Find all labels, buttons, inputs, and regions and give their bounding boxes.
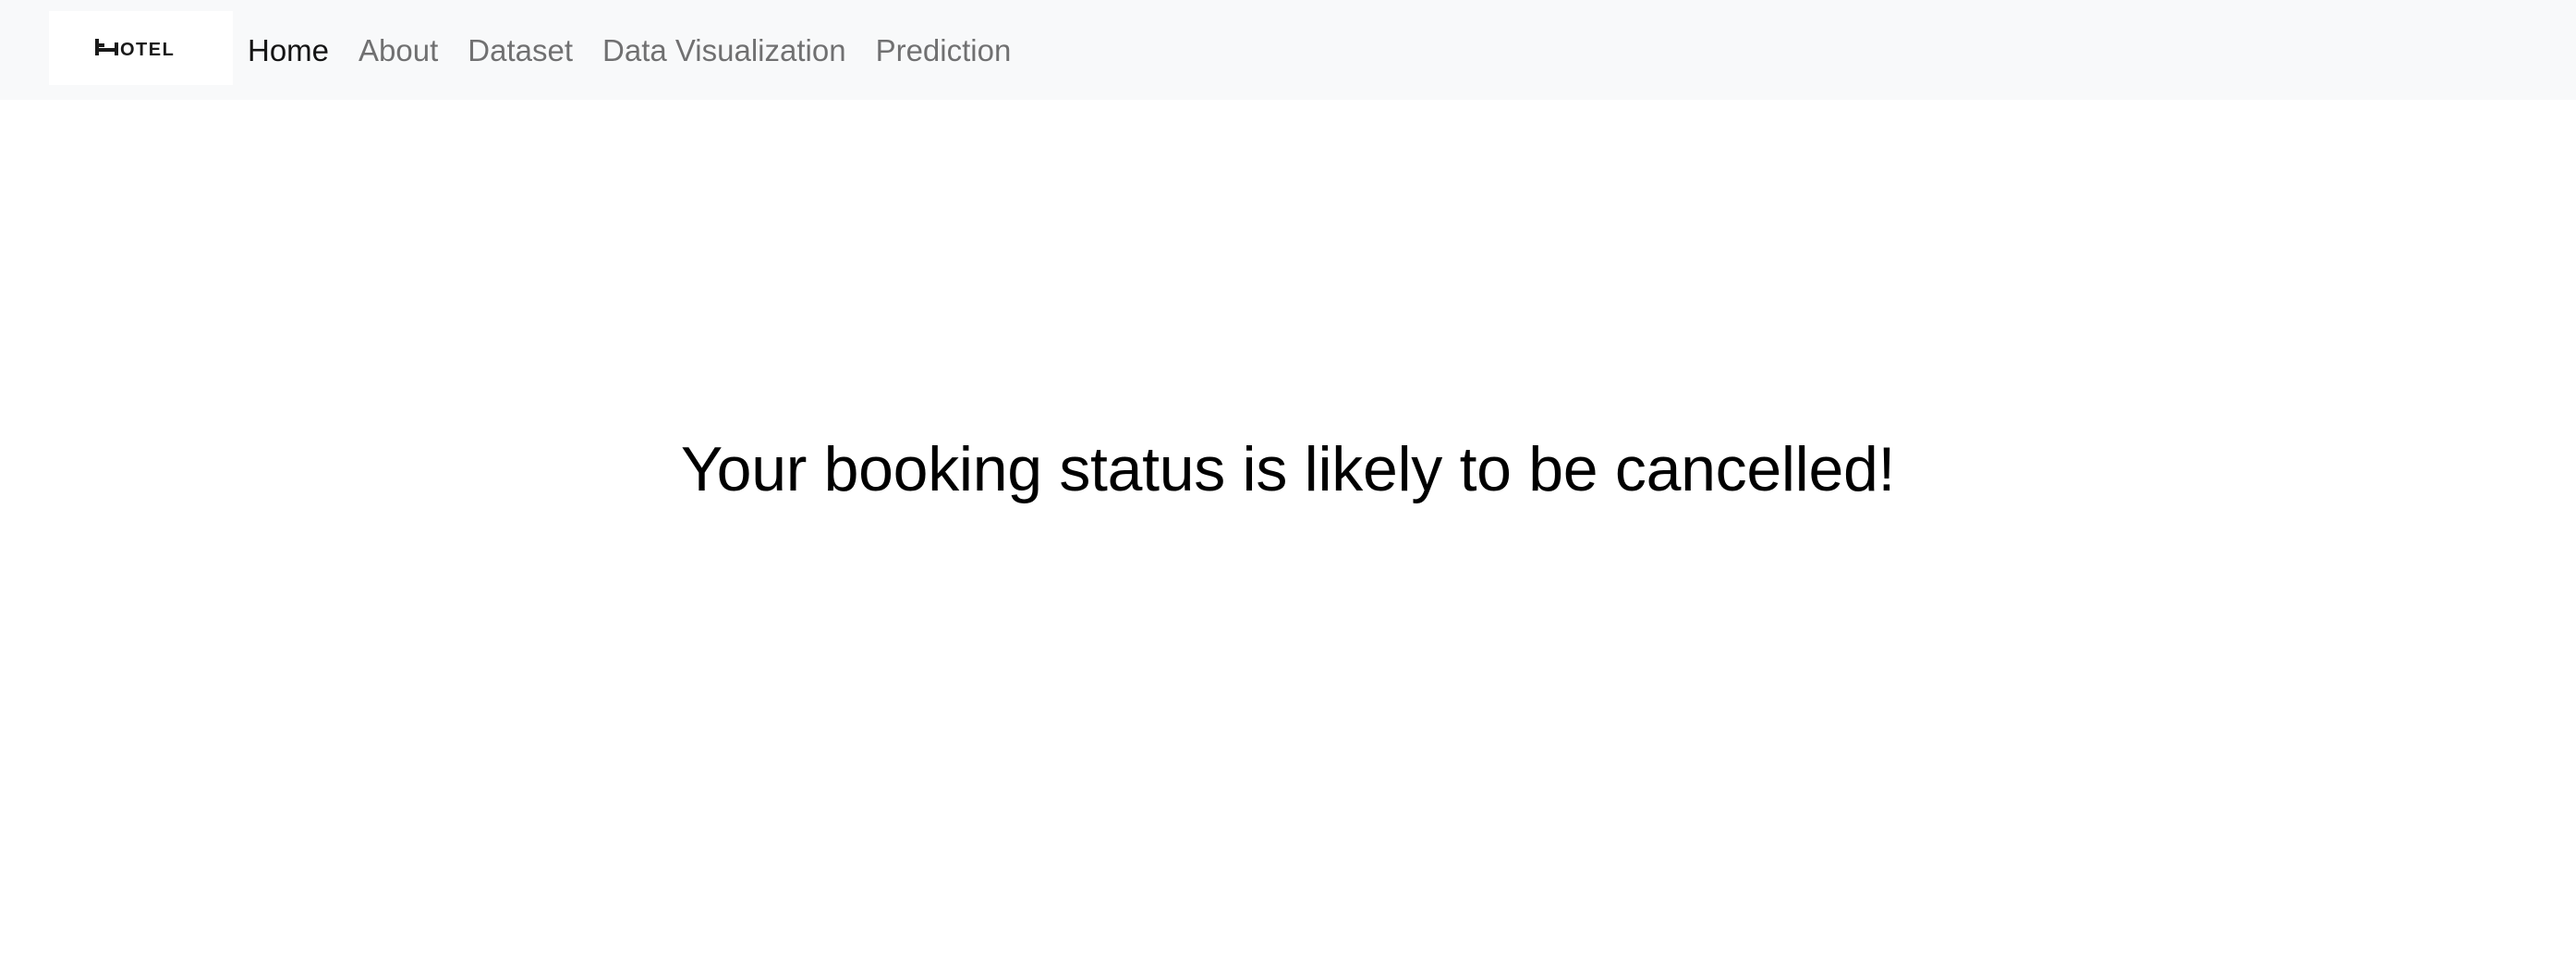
nav-home-link[interactable]: Home bbox=[248, 35, 329, 66]
prediction-result-message: Your booking status is likely to be canc… bbox=[680, 434, 1896, 504]
nav-data-visualization-link[interactable]: Data Visualization bbox=[602, 35, 846, 66]
main-content: Your booking status is likely to be canc… bbox=[0, 100, 2576, 957]
hotel-logo-link[interactable]: OTEL bbox=[49, 11, 233, 85]
nav-links: Home About Dataset Data Visualization Pr… bbox=[248, 0, 1040, 100]
top-navbar: OTEL Home About Dataset Data Visualizati… bbox=[0, 0, 2576, 100]
nav-about-link[interactable]: About bbox=[358, 35, 438, 66]
logo-text: OTEL bbox=[120, 40, 175, 59]
nav-dataset-link[interactable]: Dataset bbox=[468, 35, 573, 66]
hotel-logo: OTEL bbox=[94, 39, 175, 59]
bed-icon bbox=[94, 39, 118, 55]
nav-prediction-link[interactable]: Prediction bbox=[876, 35, 1012, 66]
